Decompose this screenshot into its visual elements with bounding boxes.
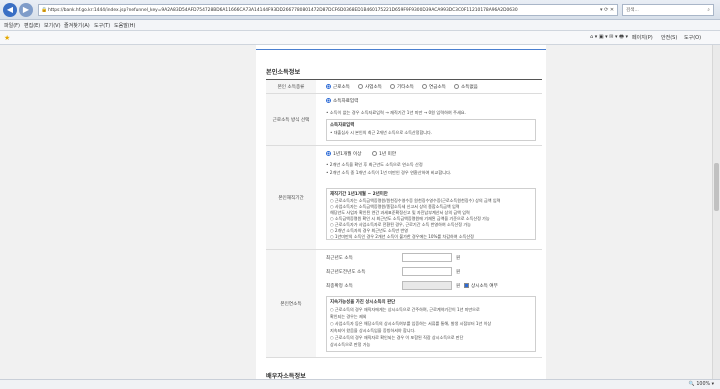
content-panel: 본인소득정보 본인 소득종류 근로소득 사업소득 기타소득 연금소득 소득없음 …	[256, 45, 546, 379]
url-text: https://bank.hf.go.kr:1444/index.jsp?nef…	[48, 8, 518, 13]
radio-under-one-year[interactable]: 1년 미만	[372, 151, 396, 157]
menu-file[interactable]: 파일(F)	[4, 22, 20, 29]
back-icon[interactable]: ◀	[3, 3, 17, 17]
employment-period-row: 본인재직기간 1년1개월 이상 1년 미만 • 2개년 소득을 확인 후 최근년…	[266, 146, 542, 250]
radio-pension-income[interactable]: 연금소득	[422, 84, 446, 90]
unit-won: 원	[456, 256, 461, 261]
vertical-scrollbar[interactable]	[712, 45, 720, 379]
radio-business-income[interactable]: 사업소득	[358, 84, 382, 90]
period-info-box: 재직기간 1년1개월 ~ 2년미만 ○ 근로소득자는 소득금액증명원/원천징수영…	[326, 188, 536, 240]
menu-favorites[interactable]: 즐겨찾기(A)	[64, 22, 90, 29]
regular-box-line: ○ 근로소득의 경우 재직자에게는 상시소득으로 간주하며, 근로계약기간이 1…	[330, 307, 480, 312]
scrollbar-thumb[interactable]	[714, 163, 719, 211]
regular-box-line: 확인되는 경우는 제외	[330, 314, 367, 319]
spouse-section-title: 배우자소득정보	[266, 373, 306, 379]
income-section-title: 본인소득정보	[266, 69, 301, 76]
income-method-row: 근로소득 방식 선택 소득자료입력 • 소득이 없는 경우 소득자료입력 → 재…	[266, 94, 542, 146]
recent-year-income-label: 최근년도 소득	[326, 256, 353, 261]
employment-period-label: 본인재직기간	[266, 146, 316, 249]
tools-menu[interactable]: 도구(O)	[684, 34, 701, 41]
period-box-line: ○ 1년미만의 소득인 경우 2개년 소득이 불가한 경우에는 10%를 차감하…	[330, 234, 474, 239]
menu-bar: 파일(F) 편집(E) 보기(V) 즐겨찾기(A) 도구(T) 도움말(H)	[0, 20, 720, 31]
unit-won: 원	[456, 270, 461, 275]
method-box-line: • 대출심사 시 본인의 최근 2개년 소득으로 소득산정합니다.	[330, 130, 433, 135]
final-income-label: 최종확정 소득	[326, 284, 353, 289]
menu-view[interactable]: 보기(V)	[44, 22, 61, 29]
regular-income-checkbox[interactable]: 상시소득 여부	[464, 283, 498, 289]
address-bar: ◀ ▶ 🔒 https://bank.hf.go.kr:1444/index.j…	[0, 0, 720, 20]
unit-won: 원	[456, 284, 461, 289]
annual-income-label: 본인연소득	[266, 250, 316, 357]
search-placeholder: 검색...	[626, 8, 639, 13]
menu-help[interactable]: 도움말(H)	[114, 22, 135, 29]
final-income-input	[402, 281, 452, 290]
period-note-2: • 2개년 소득 중 1개년 소득이 1년 미만인 경우 연환산하여 비교합니다…	[326, 170, 452, 175]
page-menu[interactable]: 페이지(P)	[632, 34, 653, 41]
url-input[interactable]: 🔒 https://bank.hf.go.kr:1444/index.jsp?n…	[38, 4, 618, 16]
status-bar: 🔍 100% ▾	[0, 379, 720, 389]
radio-income-data-input[interactable]: 소득자료입력	[326, 98, 358, 104]
search-input[interactable]: 검색... ⌕	[622, 4, 714, 16]
period-note-1: • 2개년 소득을 확인 후 최근년도 소득으로 연소득 산정	[326, 162, 423, 167]
regular-box-title: 지속가능성을 가진 상시소득의 판단	[330, 300, 396, 305]
forward-icon[interactable]: ▶	[19, 3, 33, 17]
income-type-label: 본인 소득종류	[266, 80, 316, 93]
income-method-label: 근로소득 방식 선택	[266, 94, 316, 145]
method-note: • 소득이 없는 경우 소득자료입력 → 재직기간 1년 미만 → 0원 입력하…	[326, 110, 466, 115]
method-info-box: 소득자료입력 • 대출심사 시 본인의 최근 2개년 소득으로 소득산정합니다.	[326, 119, 536, 141]
page-viewport: 본인소득정보 본인 소득종류 근로소득 사업소득 기타소득 연금소득 소득없음 …	[0, 45, 712, 379]
radio-earned-income[interactable]: 근로소득	[326, 84, 350, 90]
top-blue-border	[256, 49, 546, 50]
menu-edit[interactable]: 편집(E)	[24, 22, 40, 29]
regular-income-info-box: 지속가능성을 가진 상시소득의 판단 ○ 근로소득의 경우 재직자에게는 상시소…	[326, 296, 536, 352]
regular-box-line: 지속되어 왔음을 상시소득임을 증빙하셔야 합니다.	[330, 328, 416, 333]
annual-income-row: 본인연소득 최근년도 소득 원 최근년도전년도 소득 원 최종확정 소득 원 상…	[266, 250, 542, 358]
zoom-level[interactable]: 🔍 100% ▾	[689, 382, 714, 387]
radio-over-one-year[interactable]: 1년1개월 이상	[326, 151, 361, 157]
search-icon[interactable]: ⌕	[707, 5, 710, 16]
favorites-star-icon[interactable]: ★	[4, 34, 10, 42]
radio-other-income[interactable]: 기타소득	[390, 84, 414, 90]
regular-box-line: 상시소득으로 판정 가능	[330, 342, 371, 347]
regular-box-line: ○ 근로소득의 경우 재직자로 확인되는 경우 이 포함된 직장 상시소득으로 …	[330, 335, 464, 340]
method-box-title: 소득자료입력	[330, 123, 355, 128]
menu-tools[interactable]: 도구(T)	[94, 22, 110, 29]
lock-icon: 🔒	[41, 7, 48, 13]
home-icon[interactable]: ⌂ ▾ ▣ ▾ ✉ ▾ 🖶 ▾	[590, 34, 628, 42]
radio-no-income[interactable]: 소득없음	[454, 84, 478, 90]
safety-menu[interactable]: 안전(S)	[661, 34, 677, 41]
prior-year-income-label: 최근년도전년도 소득	[326, 270, 366, 275]
prior-year-income-input[interactable]	[402, 267, 452, 276]
period-box-title: 재직기간 1년1개월 ~ 2년미만	[330, 192, 388, 197]
recent-year-income-input[interactable]	[402, 253, 452, 262]
regular-box-line: ○ 사업소득자 등은 해당소득의 상시소득여부를 입증하는 서류를 통해, 발생…	[330, 321, 492, 326]
favorites-bar: ★ ⌂ ▾ ▣ ▾ ✉ ▾ 🖶 ▾ 페이지(P) 안전(S) 도구(O)	[0, 31, 720, 45]
income-type-row: 본인 소득종류 근로소득 사업소득 기타소득 연금소득 소득없음	[266, 80, 542, 94]
refresh-icon[interactable]: ▾ ⟳ ✕	[600, 4, 614, 16]
